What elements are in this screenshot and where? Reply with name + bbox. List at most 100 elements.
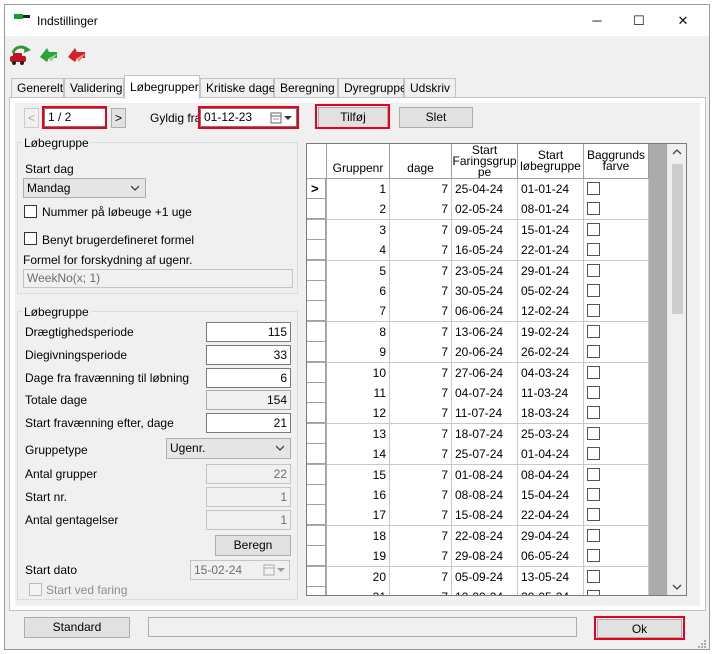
cell-faringsgruppe[interactable]: 11-07-24	[452, 403, 518, 424]
cell-dage[interactable]: 7	[390, 199, 452, 220]
row-header[interactable]	[307, 424, 326, 444]
tab-udskriv[interactable]: Udskriv	[404, 78, 456, 98]
cell-dage[interactable]: 7	[390, 220, 452, 241]
row-header[interactable]	[307, 383, 326, 403]
background-color-checkbox[interactable]	[587, 182, 600, 195]
cell-faringsgruppe[interactable]: 04-07-24	[452, 383, 518, 404]
background-color-checkbox[interactable]	[587, 427, 600, 440]
cell-dage[interactable]: 7	[390, 322, 452, 343]
green-arrows-icon[interactable]	[37, 44, 61, 66]
row-header[interactable]	[307, 342, 326, 362]
cell-gruppenr[interactable]: 20	[327, 567, 390, 588]
num-groups-field[interactable]: 22	[206, 464, 291, 484]
cell-gruppenr[interactable]: 14	[327, 444, 390, 465]
row-header[interactable]: >	[307, 179, 326, 199]
cell-faringsgruppe[interactable]: 13-06-24	[452, 322, 518, 343]
cell-faringsgruppe[interactable]: 27-06-24	[452, 363, 518, 384]
cell-dage[interactable]: 7	[390, 424, 452, 445]
row-header[interactable]	[307, 505, 326, 525]
cell-faringsgruppe[interactable]: 20-06-24	[452, 342, 518, 363]
calendar-dropdown-icon[interactable]	[263, 564, 287, 576]
cell-lobegruppe[interactable]: 15-01-24	[518, 220, 584, 241]
cell-faringsgruppe[interactable]: 08-08-24	[452, 485, 518, 506]
cell-faringsgruppe[interactable]: 22-08-24	[452, 526, 518, 547]
background-color-checkbox[interactable]	[587, 366, 600, 379]
cell-lobegruppe[interactable]: 29-04-24	[518, 526, 584, 547]
cell-gruppenr[interactable]: 3	[327, 220, 390, 241]
row-header[interactable]	[307, 240, 326, 260]
cell-lobegruppe[interactable]: 01-04-24	[518, 444, 584, 465]
cell-gruppenr[interactable]: 15	[327, 465, 390, 486]
cell-gruppenr[interactable]: 4	[327, 240, 390, 261]
row-header[interactable]	[307, 322, 326, 342]
cell-lobegruppe[interactable]: 15-04-24	[518, 485, 584, 506]
tab-beregning[interactable]: Beregning	[274, 78, 338, 98]
cell-lobegruppe[interactable]: 04-03-24	[518, 363, 584, 384]
background-color-checkbox[interactable]	[587, 549, 600, 562]
row-header[interactable]	[307, 526, 326, 546]
row-header[interactable]	[307, 301, 326, 321]
cell-faringsgruppe[interactable]: 29-08-24	[452, 546, 518, 567]
col-header-lobegruppe[interactable]: Start løbegruppe	[518, 144, 584, 179]
cell-lobegruppe[interactable]: 29-01-24	[518, 261, 584, 282]
cell-lobegruppe[interactable]: 18-03-24	[518, 403, 584, 424]
background-color-checkbox[interactable]	[587, 590, 600, 595]
cell-gruppenr[interactable]: 8	[327, 322, 390, 343]
gestation-field[interactable]: 115	[206, 322, 291, 342]
row-header[interactable]	[307, 220, 326, 240]
tab-kritiske-dage[interactable]: Kritiske dage	[200, 78, 275, 98]
cell-lobegruppe[interactable]: 22-04-24	[518, 505, 584, 526]
row-header[interactable]	[307, 546, 326, 566]
close-button[interactable]: ✕	[661, 8, 705, 34]
delete-button[interactable]: Slet	[399, 107, 473, 128]
cell-dage[interactable]: 7	[390, 587, 452, 595]
cell-faringsgruppe[interactable]: 16-05-24	[452, 240, 518, 261]
background-color-checkbox[interactable]	[587, 223, 600, 236]
row-header[interactable]	[307, 444, 326, 464]
cell-lobegruppe[interactable]: 08-01-24	[518, 199, 584, 220]
col-header-faringsgruppe[interactable]: Start Faringsgrup pe	[452, 144, 518, 179]
cell-gruppenr[interactable]: 13	[327, 424, 390, 445]
cell-faringsgruppe[interactable]: 30-05-24	[452, 281, 518, 302]
cell-dage[interactable]: 7	[390, 546, 452, 567]
cell-dage[interactable]: 7	[390, 261, 452, 282]
cell-dage[interactable]: 7	[390, 363, 452, 384]
cell-dage[interactable]: 7	[390, 485, 452, 506]
cell-gruppenr[interactable]: 10	[327, 363, 390, 384]
cell-gruppenr[interactable]: 7	[327, 301, 390, 322]
wean-to-mating-field[interactable]: 6	[206, 368, 291, 388]
cell-faringsgruppe[interactable]: 06-06-24	[452, 301, 518, 322]
row-header[interactable]	[307, 567, 326, 587]
cell-gruppenr[interactable]: 2	[327, 199, 390, 220]
lactation-field[interactable]: 33	[206, 345, 291, 365]
cell-faringsgruppe[interactable]: 15-08-24	[452, 505, 518, 526]
background-color-checkbox[interactable]	[587, 202, 600, 215]
background-color-checkbox[interactable]	[587, 264, 600, 277]
background-color-checkbox[interactable]	[587, 447, 600, 460]
cell-lobegruppe[interactable]: 05-02-24	[518, 281, 584, 302]
background-color-checkbox[interactable]	[587, 468, 600, 481]
scrollbar-thumb[interactable]	[672, 164, 683, 314]
row-header[interactable]	[307, 485, 326, 505]
background-color-checkbox[interactable]	[587, 529, 600, 542]
cell-gruppenr[interactable]: 11	[327, 383, 390, 404]
cell-gruppenr[interactable]: 12	[327, 403, 390, 424]
calculate-button[interactable]: Beregn	[215, 535, 291, 556]
red-arrows-icon[interactable]	[65, 44, 89, 66]
cell-dage[interactable]: 7	[390, 383, 452, 404]
cell-dage[interactable]: 7	[390, 403, 452, 424]
cell-lobegruppe[interactable]: 11-03-24	[518, 383, 584, 404]
tab-lobegrupper[interactable]: Løbegrupper	[124, 75, 200, 99]
custom-formula-checkbox[interactable]	[24, 232, 37, 245]
cell-lobegruppe[interactable]: 12-02-24	[518, 301, 584, 322]
cell-faringsgruppe[interactable]: 09-05-24	[452, 220, 518, 241]
groups-grid[interactable]: Gruppenr dage Start Faringsgrup pe Start…	[306, 143, 687, 596]
cell-dage[interactable]: 7	[390, 444, 452, 465]
week-plus-one-checkbox[interactable]	[24, 205, 37, 218]
cell-faringsgruppe[interactable]: 18-07-24	[452, 424, 518, 445]
repetitions-field[interactable]: 1	[206, 510, 291, 530]
background-color-checkbox[interactable]	[587, 570, 600, 583]
cell-lobegruppe[interactable]: 13-05-24	[518, 567, 584, 588]
background-color-checkbox[interactable]	[587, 243, 600, 256]
cell-gruppenr[interactable]: 19	[327, 546, 390, 567]
